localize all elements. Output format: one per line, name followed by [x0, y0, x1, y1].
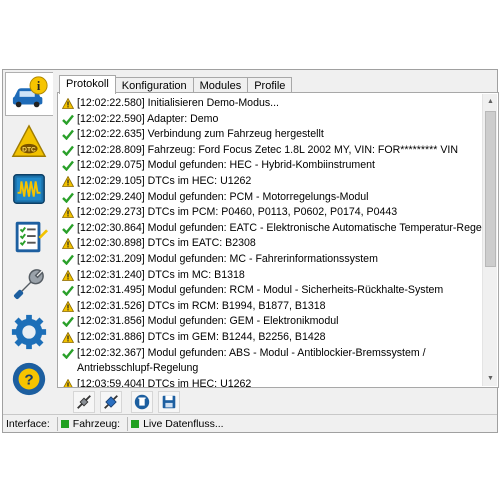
sidebar-item-oscilloscope[interactable]	[5, 167, 53, 211]
log-entry-text: [12:02:31.886] DTCs im GEM: B1244, B2256…	[77, 330, 326, 343]
vehicle-label: Fahrzeug:	[72, 417, 121, 430]
log-entry[interactable]: [12:02:31.209] Modul gefunden: MC - Fahr…	[62, 252, 482, 268]
help-icon: ?	[12, 362, 46, 396]
status-bar: Interface: Fahrzeug: Live Datenfluss...	[3, 414, 497, 432]
tab-protokoll[interactable]: Protokoll	[59, 75, 116, 94]
warning-icon	[62, 330, 76, 345]
vehicle-status-indicator	[60, 419, 69, 428]
log-entry-text: [12:02:31.495] Modul gefunden: RCM - Mod…	[77, 284, 444, 297]
live-status-indicator	[131, 419, 140, 428]
log-entry[interactable]: [12:02:31.240] DTCs im MC: B1318	[62, 268, 482, 284]
tab-bar: Protokoll Konfiguration Modules Profile	[59, 75, 293, 94]
sidebar: i DTC ?	[5, 72, 53, 414]
log-entry-text: [12:02:32.367] Modul gefunden: ABS - Mod…	[77, 346, 426, 375]
warning-icon	[62, 377, 76, 387]
check-icon	[62, 314, 76, 329]
log-entry-text: [12:02:31.240] DTCs im MC: B1318	[77, 268, 245, 281]
log-entry[interactable]: [12:02:31.495] Modul gefunden: RCM - Mod…	[62, 283, 482, 299]
log-entry[interactable]: [12:02:22.635] Verbindung zum Fahrzeug h…	[62, 127, 482, 143]
sidebar-item-checklist[interactable]	[5, 215, 53, 259]
interface-label: Interface:	[6, 417, 50, 430]
warning-icon	[62, 268, 76, 283]
log-entry-text: [12:02:22.590] Adapter: Demo	[77, 112, 219, 125]
log-entry[interactable]: [12:03:59.404] DTCs im HEC: U1262	[62, 377, 482, 387]
save-log-button[interactable]	[158, 391, 180, 413]
connect-plug-icon	[104, 395, 118, 409]
log-entry[interactable]: [12:02:32.367] Modul gefunden: ABS - Mod…	[62, 346, 482, 377]
check-icon	[62, 346, 76, 361]
log-entry-text: [12:02:29.105] DTCs im HEC: U1262	[77, 174, 252, 187]
vertical-scrollbar[interactable]: ▲ ▼	[482, 94, 497, 386]
protocol-log: [12:02:22.580] Initialisieren Demo-Modus…	[62, 96, 482, 387]
svg-text:DTC: DTC	[22, 147, 36, 154]
svg-text:?: ?	[24, 372, 33, 389]
sidebar-item-vehicle-info[interactable]: i	[5, 72, 53, 116]
warning-icon	[62, 205, 76, 220]
log-entry[interactable]: [12:02:31.856] Modul gefunden: GEM - Ele…	[62, 314, 482, 330]
disconnect-plug-icon	[77, 395, 91, 409]
scroll-thumb[interactable]	[485, 111, 496, 267]
log-entry[interactable]: [12:02:29.105] DTCs im HEC: U1262	[62, 174, 482, 190]
log-entry[interactable]: [12:02:30.864] Modul gefunden: EATC - El…	[62, 221, 482, 237]
sidebar-item-settings[interactable]	[5, 310, 53, 354]
save-icon	[162, 395, 176, 409]
delete-log-button[interactable]	[131, 391, 153, 413]
check-icon	[62, 112, 76, 127]
warning-icon	[62, 96, 76, 111]
log-entry-text: [12:02:30.864] Modul gefunden: EATC - El…	[77, 221, 482, 234]
log-entry-text: [12:02:22.635] Verbindung zum Fahrzeug h…	[77, 128, 324, 141]
connect-button[interactable]	[100, 391, 122, 413]
warning-icon	[62, 174, 76, 189]
scroll-up-arrow-icon[interactable]: ▲	[483, 94, 498, 109]
log-entry-text: [12:02:29.240] Modul gefunden: PCM - Mot…	[77, 190, 369, 203]
log-entry[interactable]: [12:02:31.526] DTCs im RCM: B1994, B1877…	[62, 299, 482, 315]
log-entry-text: [12:03:59.404] DTCs im HEC: U1262	[77, 377, 252, 387]
scroll-down-arrow-icon[interactable]: ▼	[483, 371, 498, 386]
log-entry[interactable]: [12:02:29.075] Modul gefunden: HEC - Hyb…	[62, 158, 482, 174]
settings-gear-icon	[11, 314, 47, 350]
log-entry-text: [12:02:29.075] Modul gefunden: HEC - Hyb…	[77, 159, 375, 172]
check-icon	[62, 190, 76, 205]
check-icon	[62, 252, 76, 267]
check-icon	[62, 158, 76, 173]
warning-icon	[62, 299, 76, 314]
log-entry[interactable]: [12:02:22.580] Initialisieren Demo-Modus…	[62, 96, 482, 112]
log-entry-text: [12:02:31.856] Modul gefunden: GEM - Ele…	[77, 315, 339, 328]
log-entry[interactable]: [12:02:29.240] Modul gefunden: PCM - Mot…	[62, 190, 482, 206]
log-entry[interactable]: [12:02:29.273] DTCs im PCM: P0460, P0113…	[62, 205, 482, 221]
oscilloscope-icon	[13, 174, 45, 204]
sidebar-item-tools[interactable]	[5, 262, 53, 306]
sidebar-item-help[interactable]: ?	[5, 357, 53, 401]
check-icon	[62, 143, 76, 158]
log-entry-text: [12:02:31.526] DTCs im RCM: B1994, B1877…	[77, 299, 326, 312]
log-entry-text: [12:02:22.580] Initialisieren Demo-Modus…	[77, 97, 279, 109]
disconnect-button[interactable]	[73, 391, 95, 413]
log-entry[interactable]: [12:02:30.898] DTCs im EATC: B2308	[62, 236, 482, 252]
warning-icon	[62, 236, 76, 251]
checklist-icon	[15, 221, 48, 253]
check-icon	[62, 127, 76, 142]
log-entry-text: [12:02:30.898] DTCs im EATC: B2308	[77, 237, 256, 250]
app-window: i DTC ? Protokoll Konfiguration Modules …	[2, 69, 499, 433]
log-entry[interactable]: [12:02:31.886] DTCs im GEM: B1244, B2256…	[62, 330, 482, 346]
protocol-panel: [12:02:22.580] Initialisieren Demo-Modus…	[57, 92, 499, 388]
dtc-warning-icon: DTC	[11, 124, 47, 157]
sidebar-item-dtc[interactable]: DTC	[5, 120, 53, 164]
check-icon	[62, 283, 76, 298]
log-entry-text: [12:02:29.273] DTCs im PCM: P0460, P0113…	[77, 206, 398, 219]
live-data-label[interactable]: Live Datenfluss...	[143, 418, 224, 430]
svg-text:i: i	[36, 79, 40, 93]
log-entry[interactable]: [12:02:22.590] Adapter: Demo	[62, 112, 482, 128]
log-entry[interactable]: [12:02:28.809] Fahrzeug: Ford Focus Zete…	[62, 143, 482, 159]
log-entry-text: [12:02:31.209] Modul gefunden: MC - Fahr…	[77, 252, 378, 265]
check-icon	[62, 221, 76, 236]
delete-icon	[134, 394, 150, 410]
toolbar	[57, 391, 499, 413]
log-entry-text: [12:02:28.809] Fahrzeug: Ford Focus Zete…	[77, 143, 458, 156]
wrench-icon	[13, 269, 44, 300]
vehicle-info-icon: i	[12, 76, 48, 108]
